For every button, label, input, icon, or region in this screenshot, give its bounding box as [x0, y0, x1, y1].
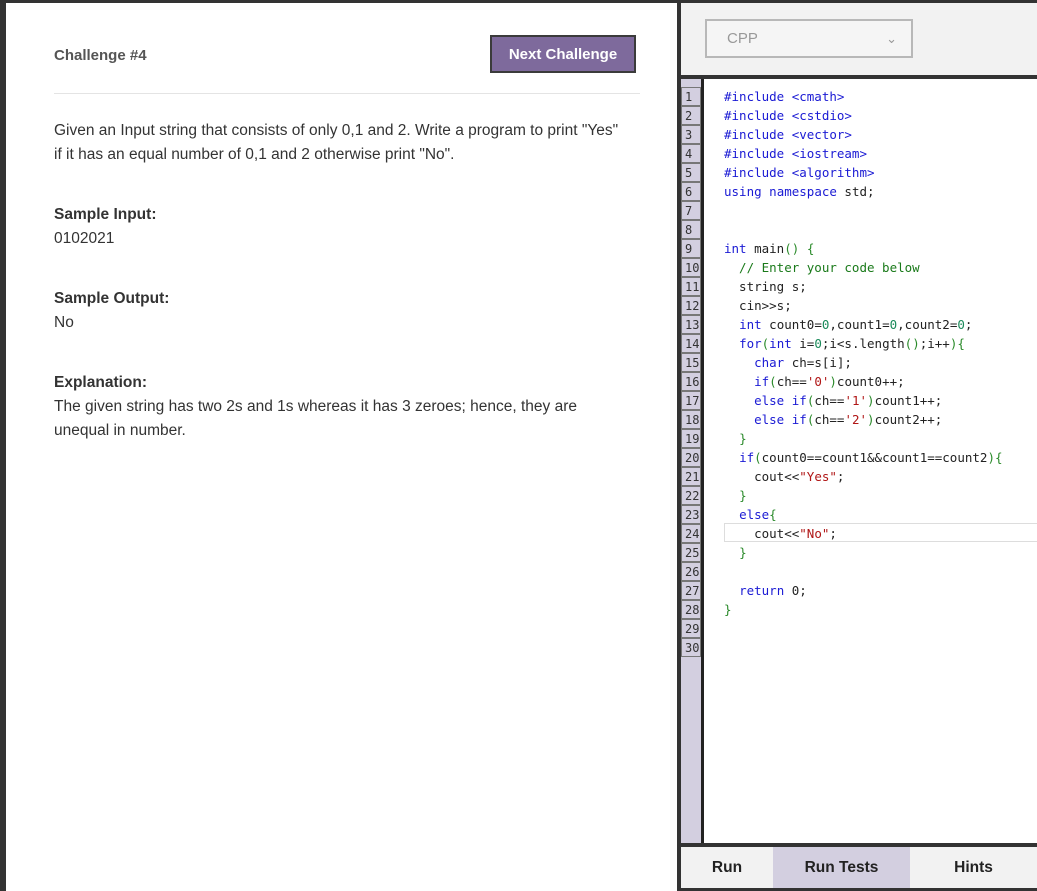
line-number: 12 [681, 296, 701, 315]
code-line[interactable]: cout<<"Yes"; [724, 467, 844, 486]
code-line[interactable]: #include <cstdio> [724, 106, 852, 125]
line-number: 1 [681, 87, 701, 106]
challenge-panel: Challenge #4 Next Challenge Given an Inp… [6, 3, 677, 891]
line-number: 4 [681, 144, 701, 163]
sample-input-section: Sample Input: 0102021 [54, 203, 156, 251]
code-line[interactable]: cout<<"No"; [724, 524, 837, 543]
line-number: 5 [681, 163, 701, 182]
language-select-value: CPP [727, 30, 758, 47]
code-line[interactable]: #include <cmath> [724, 87, 844, 106]
line-number: 10 [681, 258, 701, 277]
code-line[interactable]: #include <algorithm> [724, 163, 875, 182]
line-number: 20 [681, 448, 701, 467]
line-number: 13 [681, 315, 701, 334]
next-challenge-button[interactable]: Next Challenge [490, 35, 636, 73]
chevron-down-icon: ⌄ [886, 31, 897, 46]
line-number: 6 [681, 182, 701, 201]
description-line-1: Given an Input string that consists of o… [54, 122, 619, 139]
line-number: 18 [681, 410, 701, 429]
line-number: 22 [681, 486, 701, 505]
line-number: 25 [681, 543, 701, 562]
line-number: 24 [681, 524, 701, 543]
line-number: 11 [681, 277, 701, 296]
code-line[interactable]: string s; [724, 277, 807, 296]
line-number: 14 [681, 334, 701, 353]
code-line[interactable]: else if(ch=='2')count2++; [724, 410, 942, 429]
line-number: 2 [681, 106, 701, 125]
line-number: 7 [681, 201, 701, 220]
code-line[interactable]: } [724, 486, 747, 505]
sample-input-label: Sample Input: [54, 206, 157, 223]
code-line[interactable]: // Enter your code below [724, 258, 920, 277]
line-number: 29 [681, 619, 701, 638]
code-line[interactable]: } [724, 543, 747, 562]
explanation-section: Explanation: The given string has two 2s… [54, 371, 577, 443]
line-number: 17 [681, 391, 701, 410]
line-number: 30 [681, 638, 701, 657]
description-line-2: if it has an equal number of 0,1 and 2 o… [54, 146, 455, 163]
code-line[interactable]: else{ [724, 505, 777, 524]
line-number: 15 [681, 353, 701, 372]
sample-output-value: No [54, 314, 74, 331]
code-line[interactable]: int main() { [724, 239, 814, 258]
line-number: 21 [681, 467, 701, 486]
sample-output-label: Sample Output: [54, 290, 170, 307]
line-number: 28 [681, 600, 701, 619]
code-line[interactable]: } [724, 429, 747, 448]
code-line[interactable]: cin>>s; [724, 296, 792, 315]
code-line[interactable]: #include <iostream> [724, 144, 867, 163]
code-line[interactable]: char ch=s[i]; [724, 353, 852, 372]
code-line[interactable]: int count0=0,count1=0,count2=0; [724, 315, 972, 334]
line-number: 16 [681, 372, 701, 391]
explanation-line-1: The given string has two 2s and 1s where… [54, 398, 577, 415]
tab-run[interactable]: Run [681, 847, 773, 888]
code-line[interactable]: if(count0==count1&&count1==count2){ [724, 448, 1002, 467]
challenge-title: Challenge #4 [54, 47, 147, 64]
code-line[interactable]: else if(ch=='1')count1++; [724, 391, 942, 410]
tab-hints[interactable]: Hints [910, 847, 1037, 888]
code-line[interactable]: return 0; [724, 581, 807, 600]
sample-output-section: Sample Output: No [54, 287, 169, 335]
line-number: 9 [681, 239, 701, 258]
code-line[interactable]: if(ch=='0')count0++; [724, 372, 905, 391]
line-number-gutter: 1 2 3 4 5 6 7 8 9 10 11 12 13 14 15 16 17 18 19 20 21 22 23 24 2… [681, 79, 704, 843]
code-line[interactable]: } [724, 600, 732, 619]
action-tabs: Run Run Tests Hints [681, 847, 1037, 888]
code-editor[interactable]: #include <cmath> #include <cstdio> #includ… [704, 79, 1037, 843]
explanation-line-2: unequal in number. [54, 422, 186, 439]
line-number: 23 [681, 505, 701, 524]
sample-input-value: 0102021 [54, 230, 115, 247]
line-number: 3 [681, 125, 701, 144]
code-line[interactable]: #include <vector> [724, 125, 852, 144]
editor-panel: CPP ⌄ 1 2 3 4 5 6 7 8 9 10 11 12 13 14 15 16 17 18 19 20 21 2… [681, 3, 1037, 891]
line-number: 8 [681, 220, 701, 239]
challenge-description: Given an Input string that consists of o… [54, 119, 618, 167]
tab-run-tests[interactable]: Run Tests [773, 847, 910, 888]
line-number: 26 [681, 562, 701, 581]
code-line[interactable]: for(int i=0;i<s.length();i++){ [724, 334, 965, 353]
line-number: 19 [681, 429, 701, 448]
divider [54, 93, 640, 94]
language-select[interactable]: CPP ⌄ [705, 19, 913, 58]
explanation-label: Explanation: [54, 374, 148, 391]
code-line[interactable]: using namespace std; [724, 182, 875, 201]
line-number: 27 [681, 581, 701, 600]
